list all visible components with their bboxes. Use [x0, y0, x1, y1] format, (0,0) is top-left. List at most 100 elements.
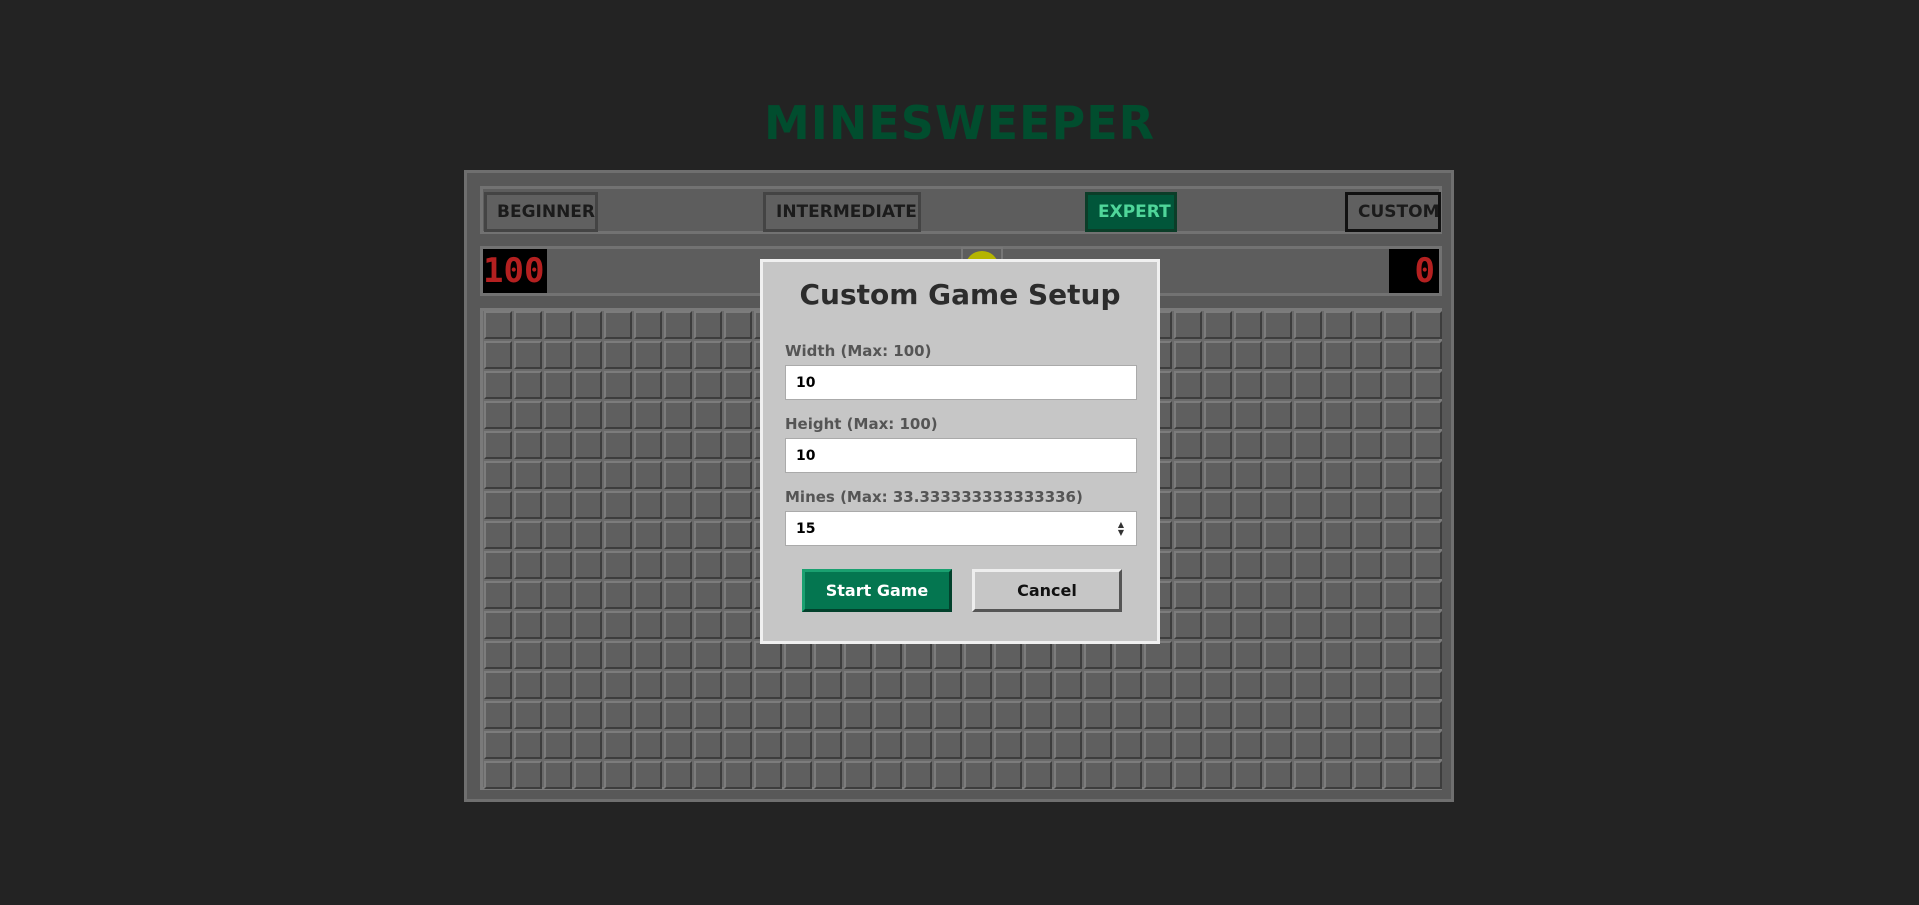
board-cell[interactable]: [574, 371, 602, 399]
board-cell[interactable]: [604, 671, 632, 699]
board-cell[interactable]: [1174, 371, 1202, 399]
board-cell[interactable]: [1354, 521, 1382, 549]
width-input[interactable]: [785, 365, 1137, 400]
board-cell[interactable]: [1204, 431, 1232, 459]
board-cell[interactable]: [1174, 401, 1202, 429]
mines-input[interactable]: [785, 511, 1137, 546]
board-cell[interactable]: [874, 671, 902, 699]
board-cell[interactable]: [544, 641, 572, 669]
board-cell[interactable]: [1054, 641, 1082, 669]
board-cell[interactable]: [724, 341, 752, 369]
board-cell[interactable]: [1414, 671, 1442, 699]
board-cell[interactable]: [784, 761, 812, 789]
board-cell[interactable]: [964, 731, 992, 759]
board-cell[interactable]: [1204, 731, 1232, 759]
board-cell[interactable]: [1294, 611, 1322, 639]
board-cell[interactable]: [664, 371, 692, 399]
board-cell[interactable]: [1114, 761, 1142, 789]
board-cell[interactable]: [694, 401, 722, 429]
board-cell[interactable]: [574, 761, 602, 789]
board-cell[interactable]: [1294, 701, 1322, 729]
board-cell[interactable]: [1414, 311, 1442, 339]
board-cell[interactable]: [1324, 461, 1352, 489]
board-cell[interactable]: [1414, 341, 1442, 369]
board-cell[interactable]: [1204, 551, 1232, 579]
board-cell[interactable]: [544, 461, 572, 489]
board-cell[interactable]: [1414, 521, 1442, 549]
board-cell[interactable]: [484, 701, 512, 729]
board-cell[interactable]: [1054, 761, 1082, 789]
board-cell[interactable]: [664, 521, 692, 549]
board-cell[interactable]: [694, 581, 722, 609]
board-cell[interactable]: [544, 611, 572, 639]
board-cell[interactable]: [1354, 641, 1382, 669]
board-cell[interactable]: [634, 671, 662, 699]
board-cell[interactable]: [604, 431, 632, 459]
board-cell[interactable]: [1204, 761, 1232, 789]
board-cell[interactable]: [1414, 611, 1442, 639]
board-cell[interactable]: [1384, 671, 1412, 699]
board-cell[interactable]: [604, 401, 632, 429]
board-cell[interactable]: [1174, 761, 1202, 789]
board-cell[interactable]: [994, 671, 1022, 699]
board-cell[interactable]: [1384, 371, 1412, 399]
board-cell[interactable]: [844, 671, 872, 699]
board-cell[interactable]: [1174, 731, 1202, 759]
board-cell[interactable]: [1234, 401, 1262, 429]
board-cell[interactable]: [1204, 371, 1232, 399]
board-cell[interactable]: [514, 431, 542, 459]
board-cell[interactable]: [1294, 311, 1322, 339]
board-cell[interactable]: [514, 521, 542, 549]
board-cell[interactable]: [994, 701, 1022, 729]
board-cell[interactable]: [1354, 731, 1382, 759]
board-cell[interactable]: [694, 761, 722, 789]
board-cell[interactable]: [1414, 431, 1442, 459]
board-cell[interactable]: [724, 491, 752, 519]
board-cell[interactable]: [844, 701, 872, 729]
board-cell[interactable]: [1114, 641, 1142, 669]
beginner-button[interactable]: BEGINNER: [484, 192, 598, 232]
board-cell[interactable]: [964, 641, 992, 669]
board-cell[interactable]: [1354, 401, 1382, 429]
board-cell[interactable]: [1384, 731, 1412, 759]
board-cell[interactable]: [604, 761, 632, 789]
board-cell[interactable]: [514, 581, 542, 609]
board-cell[interactable]: [1324, 431, 1352, 459]
board-cell[interactable]: [964, 671, 992, 699]
board-cell[interactable]: [634, 641, 662, 669]
board-cell[interactable]: [604, 371, 632, 399]
board-cell[interactable]: [1234, 671, 1262, 699]
board-cell[interactable]: [544, 701, 572, 729]
board-cell[interactable]: [1264, 761, 1292, 789]
board-cell[interactable]: [1384, 641, 1412, 669]
board-cell[interactable]: [1384, 491, 1412, 519]
board-cell[interactable]: [694, 611, 722, 639]
board-cell[interactable]: [574, 671, 602, 699]
board-cell[interactable]: [724, 521, 752, 549]
board-cell[interactable]: [784, 671, 812, 699]
board-cell[interactable]: [1264, 491, 1292, 519]
board-cell[interactable]: [664, 671, 692, 699]
board-cell[interactable]: [904, 701, 932, 729]
board-cell[interactable]: [544, 371, 572, 399]
board-cell[interactable]: [1084, 731, 1112, 759]
board-cell[interactable]: [1294, 731, 1322, 759]
board-cell[interactable]: [814, 671, 842, 699]
board-cell[interactable]: [694, 461, 722, 489]
board-cell[interactable]: [544, 401, 572, 429]
board-cell[interactable]: [1234, 611, 1262, 639]
board-cell[interactable]: [514, 701, 542, 729]
board-cell[interactable]: [1174, 461, 1202, 489]
board-cell[interactable]: [1234, 311, 1262, 339]
board-cell[interactable]: [574, 581, 602, 609]
board-cell[interactable]: [1114, 731, 1142, 759]
board-cell[interactable]: [1324, 401, 1352, 429]
board-cell[interactable]: [484, 401, 512, 429]
custom-button[interactable]: CUSTOM: [1345, 192, 1441, 232]
board-cell[interactable]: [724, 671, 752, 699]
board-cell[interactable]: [1354, 761, 1382, 789]
board-cell[interactable]: [694, 371, 722, 399]
board-cell[interactable]: [1324, 551, 1352, 579]
board-cell[interactable]: [1234, 581, 1262, 609]
board-cell[interactable]: [1414, 731, 1442, 759]
